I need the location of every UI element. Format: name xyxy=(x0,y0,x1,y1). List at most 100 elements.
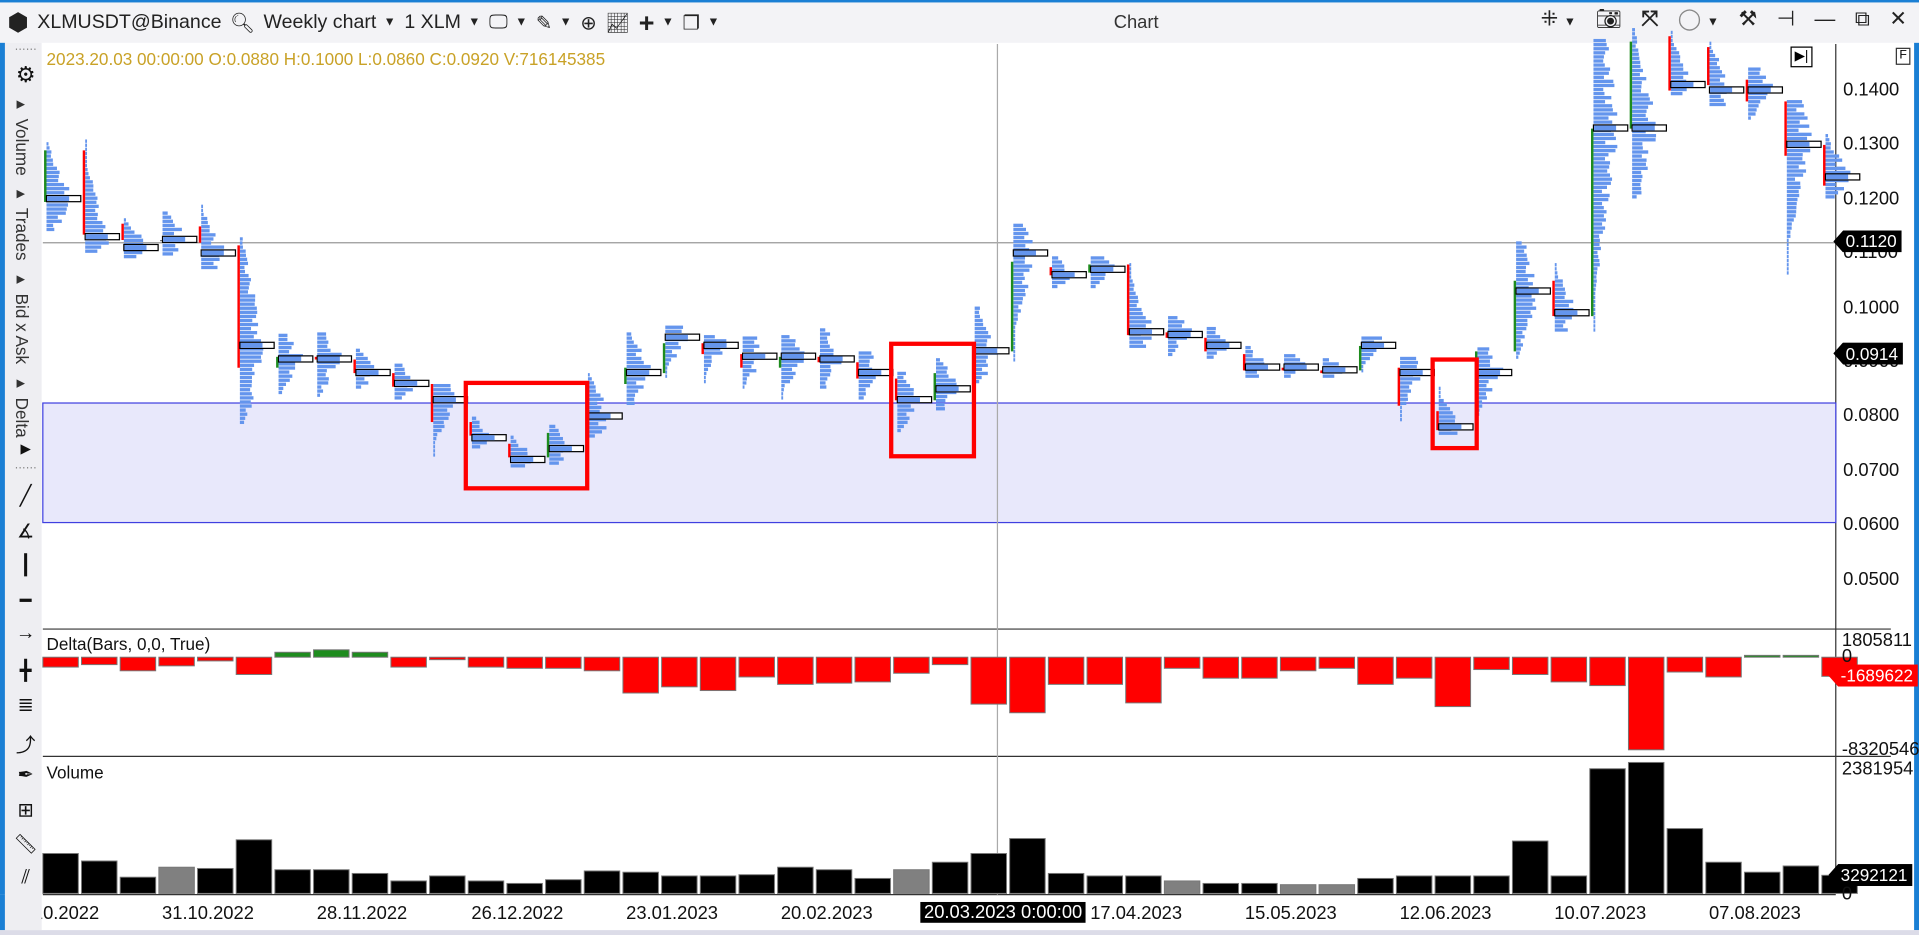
profile-bar xyxy=(201,220,208,225)
profile-bar xyxy=(317,344,328,348)
profile-bar xyxy=(1670,75,1684,79)
profile-bar xyxy=(1593,153,1609,157)
delta-bar xyxy=(970,656,1007,705)
profile-bar xyxy=(46,207,67,211)
profile-bar xyxy=(549,461,559,465)
profile-bar xyxy=(85,208,96,213)
poc-fill xyxy=(1091,266,1114,272)
profile-bar xyxy=(703,367,709,372)
profile-bar xyxy=(1361,352,1374,357)
profile-bar xyxy=(201,241,212,245)
profile-bar xyxy=(936,407,945,411)
profile-bar xyxy=(819,328,826,332)
profile-bar xyxy=(897,404,911,408)
delta-bar xyxy=(390,656,427,668)
poc-fill xyxy=(1362,342,1385,348)
profile-bar xyxy=(781,359,804,363)
profile-bar xyxy=(1593,59,1604,63)
profile-bar xyxy=(510,435,514,439)
profile-bar xyxy=(1013,313,1018,317)
profile-bar xyxy=(85,225,106,229)
profile-bar xyxy=(1632,187,1642,191)
poc-fill xyxy=(356,370,379,375)
profile-bar xyxy=(239,294,256,298)
profile-bar xyxy=(85,204,99,209)
support-zone xyxy=(42,402,1837,524)
delta-bar xyxy=(545,656,582,669)
profile-bar xyxy=(1632,154,1642,158)
volume-bar xyxy=(1511,840,1549,894)
profile-bar xyxy=(587,373,590,377)
profile-bar xyxy=(665,354,677,358)
profile-bar xyxy=(1013,239,1033,244)
profile-bar xyxy=(819,344,830,348)
delta-bar xyxy=(42,656,79,668)
profile-bar xyxy=(1786,185,1801,189)
profile-bar xyxy=(974,343,987,347)
profile-bar xyxy=(1245,345,1251,350)
profile-bar xyxy=(123,234,142,238)
profile-bar xyxy=(317,393,321,397)
scroll-to-end-button[interactable]: ▶| xyxy=(1790,46,1813,68)
delta-bar xyxy=(1627,656,1665,751)
poc-fill xyxy=(820,356,843,362)
profile-bar xyxy=(46,219,62,223)
volume-bar xyxy=(235,839,273,894)
profile-bar xyxy=(1400,389,1411,393)
profile-bar xyxy=(819,340,829,344)
profile-bar xyxy=(1786,222,1792,226)
delta-max-label: 1805811 xyxy=(1841,630,1913,652)
profile-bar xyxy=(1709,57,1719,62)
delta-bar xyxy=(313,649,350,658)
profile-bar xyxy=(1593,218,1606,222)
poc-fill xyxy=(1594,125,1617,131)
delta-bar xyxy=(777,656,814,685)
delta-bar xyxy=(931,656,969,666)
volume-bar xyxy=(158,866,195,894)
profile-bar xyxy=(1786,218,1794,222)
chart-canvas[interactable] xyxy=(0,0,1919,935)
profile-bar xyxy=(1013,337,1016,342)
profile-bar xyxy=(1438,394,1441,399)
profile-bar xyxy=(703,359,712,363)
profile-bar xyxy=(278,341,294,346)
profile-bar xyxy=(123,218,126,222)
profile-bar xyxy=(703,335,715,339)
horizontal-scrollbar[interactable] xyxy=(0,930,1919,935)
profile-bar xyxy=(1593,177,1613,181)
profile-bar xyxy=(858,355,874,359)
profile-bar xyxy=(1245,370,1257,374)
ohlc-readout: 2023.20.03 00:00:00 O:0.0880 H:0.1000 L:… xyxy=(46,48,606,69)
profile-bar xyxy=(742,344,760,348)
profile-bar xyxy=(897,428,901,433)
profile-bar xyxy=(1786,271,1789,275)
profile-bar xyxy=(85,159,88,164)
profile-bar xyxy=(1554,316,1572,320)
profile-bar xyxy=(1013,231,1029,236)
profile-bar xyxy=(85,249,98,253)
volume-pane-title: Volume xyxy=(46,762,104,783)
date-tick-label: 07.08.2023 xyxy=(1708,903,1801,925)
profile-bar xyxy=(1129,295,1138,300)
date-tick-label: 23.01.2023 xyxy=(626,903,718,925)
profile-bar xyxy=(1400,413,1402,418)
volume-bar xyxy=(1705,861,1742,894)
profile-bar xyxy=(1477,351,1489,355)
profile-bar xyxy=(1670,91,1683,96)
profile-bar xyxy=(433,436,437,441)
profile-bar xyxy=(239,269,246,274)
profile-bar xyxy=(1709,45,1712,50)
volume-bar xyxy=(815,869,853,894)
profile-bar xyxy=(1709,70,1722,74)
delta-bar xyxy=(1743,654,1781,658)
profile-bar xyxy=(1632,89,1641,93)
profile-bar xyxy=(1477,396,1487,400)
profile-bar xyxy=(239,282,250,286)
profile-bar xyxy=(1593,148,1616,153)
panel-toggle-icon[interactable]: F xyxy=(1895,47,1911,65)
volume-bar xyxy=(1279,884,1317,894)
poc-fill xyxy=(47,196,70,202)
profile-bar xyxy=(1554,299,1574,304)
profile-bar xyxy=(1786,173,1804,177)
profile-bar xyxy=(278,345,292,350)
